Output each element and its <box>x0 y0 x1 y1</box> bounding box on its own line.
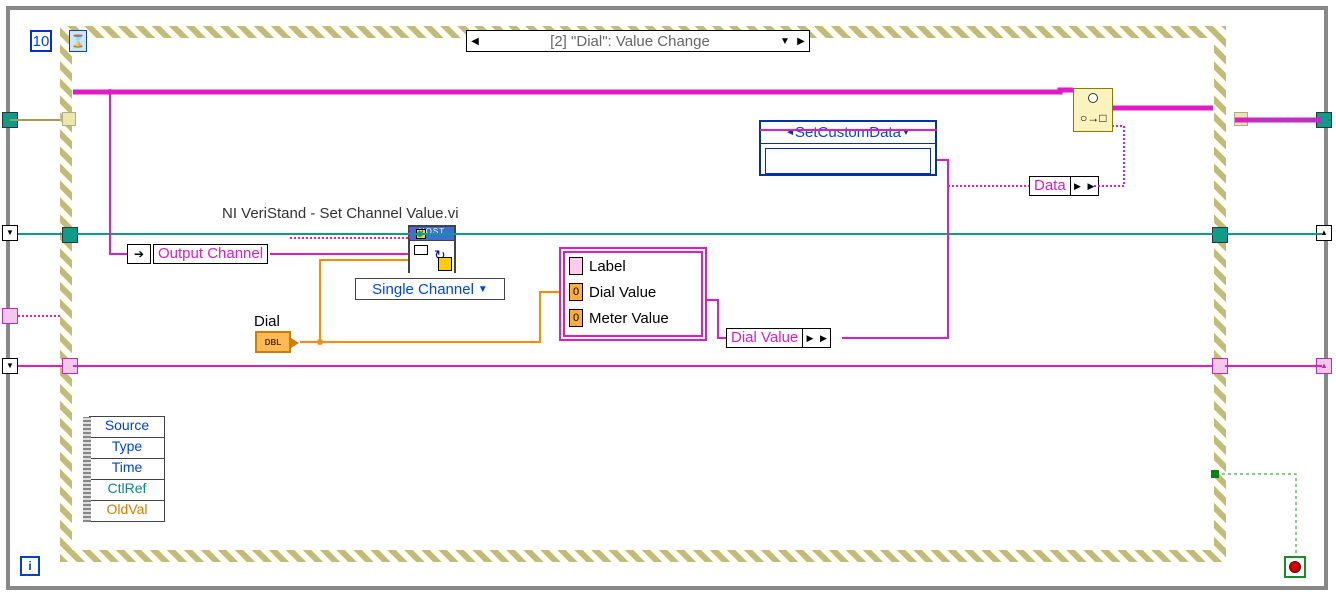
subvi-label: NI VeriStand - Set Channel Value.vi <box>222 205 459 222</box>
dial-dbl-terminal[interactable]: DBL <box>255 331 291 353</box>
cluster-item-meter: 0 Meter Value <box>565 305 701 331</box>
next-case-icon[interactable]: ▶ <box>793 36 809 47</box>
ref-connector-icon: ○→□ <box>1080 111 1107 125</box>
invoke-data-input <box>765 148 931 174</box>
dial-value-unbundle[interactable]: Dial Value ▶▶ <box>726 328 831 348</box>
string-type-icon <box>569 257 583 275</box>
event-data-cluster[interactable]: Source Type Time CtlRef OldVal <box>89 417 165 522</box>
invoke-method-name[interactable]: SetCustomData <box>761 122 935 144</box>
shift-reg-right-up: ▲ <box>1316 225 1332 241</box>
event-data-oldval: OldVal <box>89 500 165 522</box>
loop-condition-wire-node <box>1211 470 1219 478</box>
event-data-time: Time <box>89 458 165 480</box>
polymorphic-selector[interactable]: Single Channel <box>355 278 505 300</box>
event-data-type: Type <box>89 437 165 459</box>
shift-reg-left-down-2: ▼ <box>2 358 18 374</box>
tunnel-loop-left-teal <box>62 227 78 243</box>
bundle-by-name-cluster[interactable]: Label 0 Dial Value 0 Meter Value <box>559 247 707 341</box>
shift-reg-left-down: ▼ <box>2 225 18 241</box>
iteration-terminal: i <box>20 556 40 576</box>
invoke-setcustomdata[interactable]: SetCustomData <box>759 120 937 176</box>
dial-control-label: Dial <box>254 313 280 330</box>
cluster-item-dial: 0 Dial Value <box>565 279 701 305</box>
tunnel-outer-right-1 <box>1316 112 1332 128</box>
data-terminal[interactable]: Data ▶▶ <box>1029 176 1099 196</box>
tunnel-outer-left-1 <box>2 112 18 128</box>
event-data-source: Source <box>89 416 165 438</box>
prev-case-icon[interactable]: ◀ <box>467 31 483 51</box>
ref-circle-icon <box>1088 93 1098 103</box>
unbundle-arrow-icon: ➔ <box>127 244 151 264</box>
event-data-ctlref: CtlRef <box>89 479 165 501</box>
tunnel-loop-right-pink <box>1212 358 1228 374</box>
wait-ms-constant[interactable]: 10 <box>30 30 52 52</box>
reference-node[interactable]: ○→□ <box>1073 88 1113 132</box>
case-dropdown-icon[interactable]: ▼ <box>777 36 793 47</box>
subvi-host-badge: V <box>416 229 426 239</box>
output-channel-label: Output Channel <box>153 244 268 264</box>
cluster-item-label: Label <box>565 253 701 279</box>
numeric-type-icon: 0 <box>569 283 583 301</box>
stop-icon <box>1289 561 1301 573</box>
loop-stop-terminal[interactable] <box>1284 556 1306 578</box>
tunnel-loop-left-pink <box>62 358 78 374</box>
numeric-type-icon: 0 <box>569 309 583 327</box>
dynamic-event-terminal <box>62 112 76 126</box>
wait-timer-icon: ⌛ <box>69 30 87 52</box>
set-channel-value-subvi[interactable]: V HOST ↻ <box>408 225 456 273</box>
tunnel-outer-left-2 <box>2 308 18 324</box>
tunnel-loop-right-teal <box>1212 227 1228 243</box>
case-label: [2] "Dial": Value Change <box>483 33 777 50</box>
shift-reg-right-up-2: ▲ <box>1316 358 1332 374</box>
event-case-selector[interactable]: ◀ [2] "Dial": Value Change ▼ ▶ <box>466 30 810 52</box>
dynamic-event-terminal-right <box>1234 112 1248 126</box>
